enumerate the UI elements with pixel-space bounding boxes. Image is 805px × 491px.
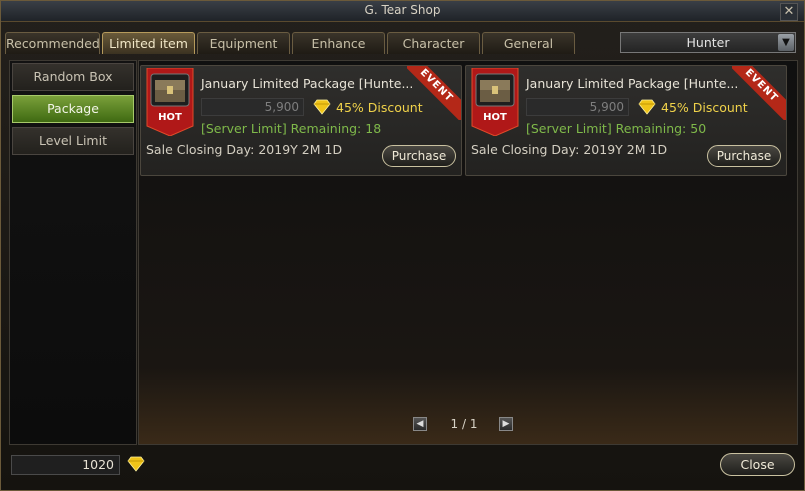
shop-window: G. Tear Shop ✕ Recommended Limited item … [0,0,805,491]
event-ribbon: EVENT [407,66,461,120]
server-limit-remaining: [Server Limit] Remaining: 50 [526,121,707,136]
hot-badge: HOT [483,112,507,123]
product-card: HOT January Limited Package [Hunte... 5,… [465,65,787,176]
sale-closing-day: Sale Closing Day: 2019Y 2M 1D [471,142,668,157]
tab-enhance[interactable]: Enhance [292,32,385,54]
tab-recommended[interactable]: Recommended [5,32,100,54]
sidebar-item-package[interactable]: Package [12,95,134,123]
prev-page-icon[interactable]: ◀ [413,417,427,431]
tab-character[interactable]: Character [387,32,480,54]
next-page-icon[interactable]: ▶ [499,417,513,431]
treasure-chest-icon: HOT [471,68,519,136]
product-card: HOT January Limited Package [Hunte... 5,… [140,65,462,176]
tab-general[interactable]: General [482,32,575,54]
purchase-button[interactable]: Purchase [382,145,456,167]
chevron-down-icon[interactable]: ▼ [778,34,794,51]
sale-closing-day: Sale Closing Day: 2019Y 2M 1D [146,142,343,157]
tab-limited-item[interactable]: Limited item [102,32,195,54]
gem-icon [638,99,656,115]
title-bar: G. Tear Shop ✕ [1,1,804,22]
product-name: January Limited Package [Hunte... [526,76,739,91]
close-window-icon[interactable]: ✕ [780,3,798,21]
gem-icon [127,456,145,472]
product-price: 5,900 [526,98,629,116]
sidebar-item-random-box[interactable]: Random Box [12,63,134,91]
close-button[interactable]: Close [720,453,795,476]
server-limit-remaining: [Server Limit] Remaining: 18 [201,121,382,136]
tab-equipment[interactable]: Equipment [197,32,290,54]
sidebar-item-level-limit[interactable]: Level Limit [12,127,134,155]
product-price: 5,900 [201,98,304,116]
hot-badge: HOT [158,112,182,123]
pagination: ◀ 1 / 1 ▶ [413,417,515,433]
gem-balance: 1020 [11,455,120,475]
gem-icon [313,99,331,115]
sidebar: Random Box Package Level Limit [9,60,137,445]
event-ribbon-label: EVENT [407,66,461,120]
product-name: January Limited Package [Hunte... [201,76,414,91]
class-dropdown[interactable]: Hunter ▼ [620,32,796,53]
treasure-chest-icon: HOT [146,68,194,136]
class-dropdown-value: Hunter [686,35,730,50]
purchase-button[interactable]: Purchase [707,145,781,167]
event-ribbon: EVENT [732,66,786,120]
window-title: G. Tear Shop [364,3,441,17]
event-ribbon-label: EVENT [732,66,786,120]
page-indicator: 1 / 1 [450,417,478,431]
